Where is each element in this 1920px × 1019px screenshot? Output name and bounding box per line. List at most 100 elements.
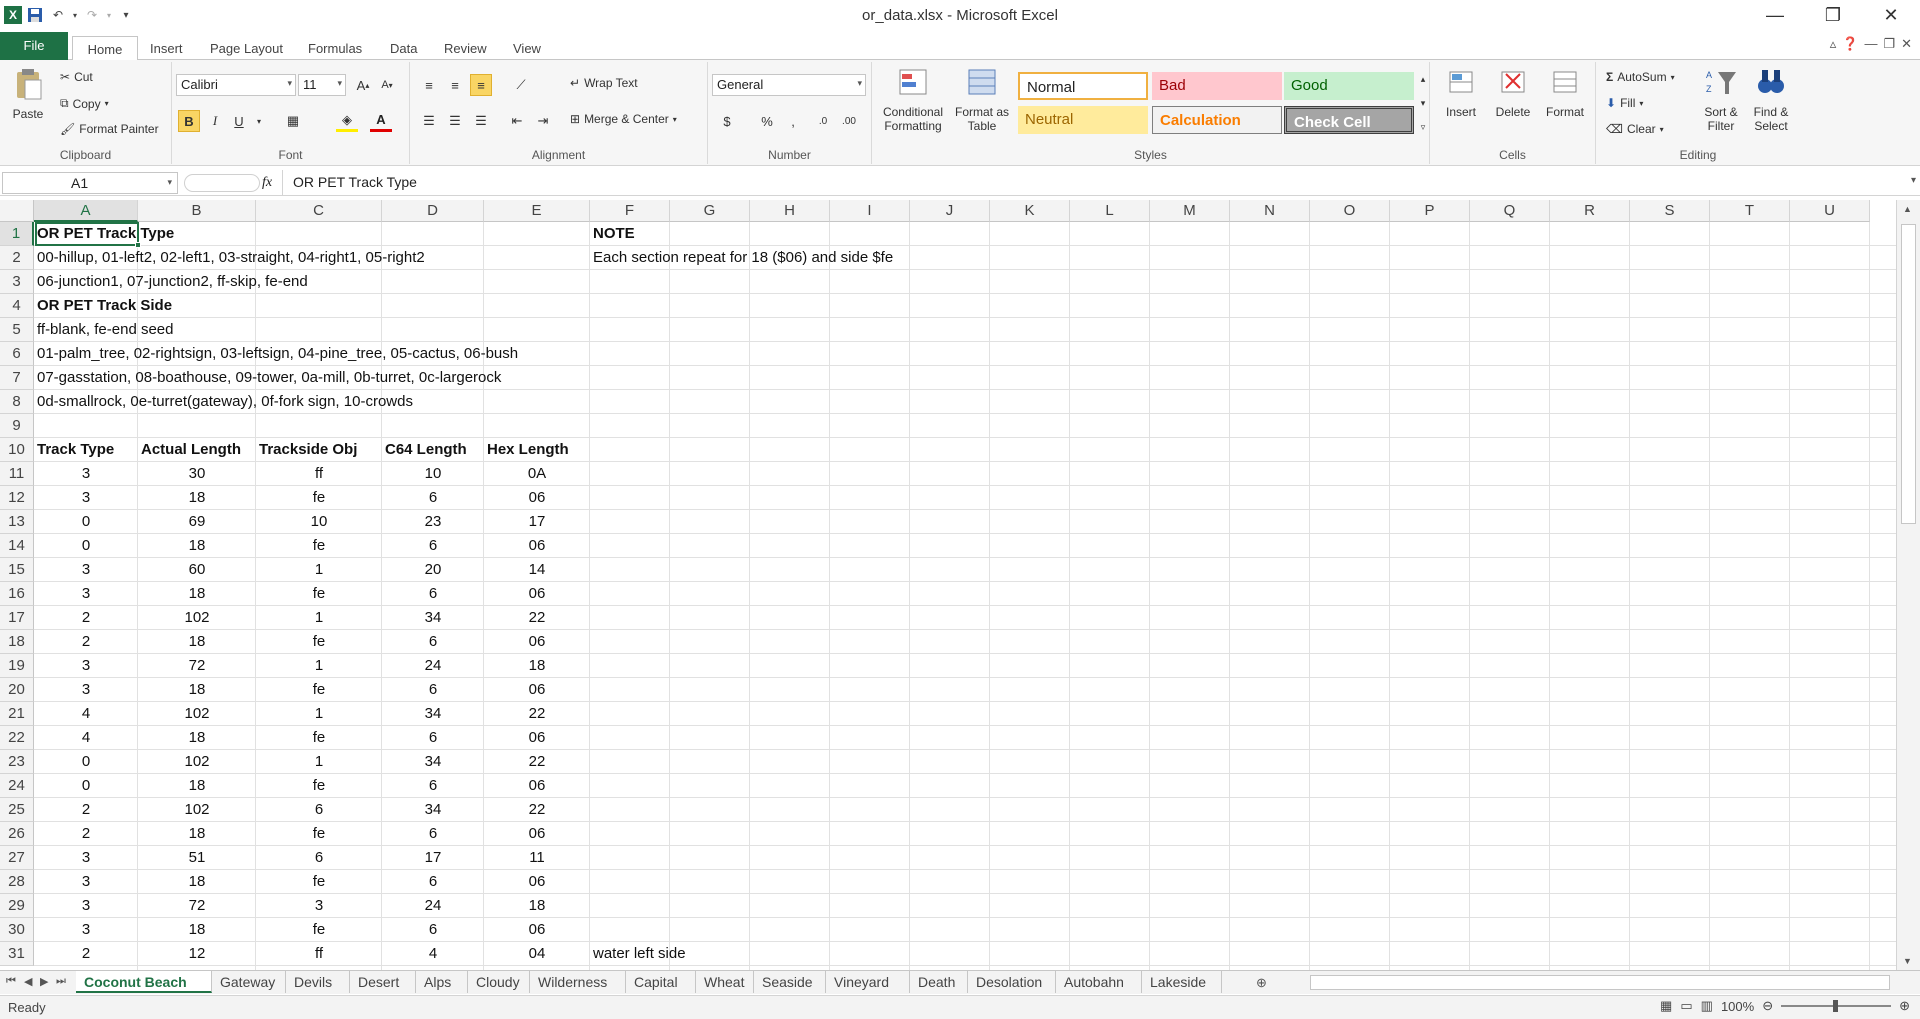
sheet-tab-autobahn[interactable]: Autobahn bbox=[1056, 971, 1142, 993]
align-right-icon[interactable]: ☰ bbox=[470, 110, 492, 132]
table-cell[interactable]: 6 bbox=[382, 630, 484, 654]
table-cell[interactable]: 18 bbox=[138, 486, 256, 510]
row-header-11[interactable]: 11 bbox=[0, 462, 34, 486]
help-icon[interactable]: ❓ bbox=[1842, 36, 1858, 52]
column-header-k[interactable]: K bbox=[990, 200, 1070, 222]
tab-file[interactable]: File bbox=[0, 32, 68, 60]
table-cell[interactable]: 23 bbox=[382, 510, 484, 534]
insert-sheet-icon[interactable]: ⊕ bbox=[1256, 975, 1267, 991]
table-cell[interactable]: 2 bbox=[34, 798, 138, 822]
table-cell[interactable]: 06 bbox=[484, 774, 590, 798]
table-cell[interactable]: 14 bbox=[484, 558, 590, 582]
row-header-13[interactable]: 13 bbox=[0, 510, 34, 534]
sheet-tab-desolation[interactable]: Desolation bbox=[968, 971, 1056, 993]
table-cell[interactable]: 6 bbox=[382, 678, 484, 702]
row-header-19[interactable]: 19 bbox=[0, 654, 34, 678]
column-header-c[interactable]: C bbox=[256, 200, 382, 222]
table-cell[interactable]: 17 bbox=[484, 510, 590, 534]
sheet-tab-seaside[interactable]: Seaside bbox=[754, 971, 826, 993]
table-cell[interactable]: 2 bbox=[34, 630, 138, 654]
normal-view-icon[interactable]: ▦ bbox=[1660, 998, 1672, 1014]
page-break-view-icon[interactable]: ▥ bbox=[1701, 998, 1713, 1014]
table-cell[interactable]: 17 bbox=[382, 846, 484, 870]
table-cell[interactable]: ff bbox=[256, 942, 382, 966]
table-cell[interactable]: 60 bbox=[138, 558, 256, 582]
table-cell[interactable]: 6 bbox=[256, 798, 382, 822]
table-cell[interactable]: 22 bbox=[484, 798, 590, 822]
table-cell[interactable]: 3 bbox=[34, 918, 138, 942]
grow-font-icon[interactable]: A ▴ bbox=[352, 74, 374, 96]
table-cell[interactable]: 102 bbox=[138, 606, 256, 630]
table-cell[interactable]: fe bbox=[256, 774, 382, 798]
table-cell[interactable]: 3 bbox=[34, 558, 138, 582]
row-header-26[interactable]: 26 bbox=[0, 822, 34, 846]
zoom-slider-knob[interactable] bbox=[1833, 1000, 1839, 1012]
zoom-out-icon[interactable]: ⊖ bbox=[1762, 998, 1773, 1014]
table-cell[interactable]: 18 bbox=[138, 678, 256, 702]
table-cell[interactable]: 6 bbox=[382, 534, 484, 558]
cell-a7[interactable]: 07-gasstation, 08-boathouse, 09-tower, 0… bbox=[37, 366, 501, 390]
style-bad[interactable]: Bad bbox=[1152, 72, 1282, 100]
row-header-12[interactable]: 12 bbox=[0, 486, 34, 510]
table-cell[interactable]: 4 bbox=[34, 726, 138, 750]
delete-cells-button[interactable]: Delete bbox=[1488, 66, 1538, 119]
style-neutral[interactable]: Neutral bbox=[1018, 106, 1148, 134]
table-header[interactable]: Trackside Obj bbox=[259, 438, 357, 462]
table-cell[interactable]: ff bbox=[256, 462, 382, 486]
table-cell[interactable]: 18 bbox=[138, 726, 256, 750]
table-cell[interactable]: fe bbox=[256, 534, 382, 558]
table-cell[interactable]: fe bbox=[256, 630, 382, 654]
last-sheet-icon[interactable]: ⏭ bbox=[56, 975, 66, 988]
row-header-3[interactable]: 3 bbox=[0, 270, 34, 294]
table-cell[interactable]: 51 bbox=[138, 846, 256, 870]
row-header-22[interactable]: 22 bbox=[0, 726, 34, 750]
font-size-combo[interactable]: 11 ▾ bbox=[298, 74, 346, 96]
table-cell[interactable]: 34 bbox=[382, 750, 484, 774]
table-cell[interactable]: 18 bbox=[484, 654, 590, 678]
table-cell[interactable]: 22 bbox=[484, 606, 590, 630]
row-header-4[interactable]: 4 bbox=[0, 294, 34, 318]
table-cell[interactable]: 6 bbox=[256, 846, 382, 870]
bottom-align-icon[interactable]: ≡ bbox=[470, 74, 492, 96]
column-header-d[interactable]: D bbox=[382, 200, 484, 222]
wrap-text-button[interactable]: ↵ Wrap Text bbox=[570, 76, 638, 90]
sheet-tab-vineyard[interactable]: Vineyard bbox=[826, 971, 910, 993]
table-cell[interactable]: 6 bbox=[382, 726, 484, 750]
table-cell[interactable]: 3 bbox=[34, 582, 138, 606]
table-cell[interactable]: 4 bbox=[382, 942, 484, 966]
bold-icon[interactable]: B bbox=[178, 110, 200, 132]
table-cell[interactable]: 18 bbox=[138, 822, 256, 846]
table-cell[interactable]: 06 bbox=[484, 870, 590, 894]
table-cell[interactable]: 10 bbox=[256, 510, 382, 534]
zoom-in-icon[interactable]: ⊕ bbox=[1899, 998, 1910, 1014]
column-header-f[interactable]: F bbox=[590, 200, 670, 222]
table-cell[interactable]: 102 bbox=[138, 798, 256, 822]
row-header-29[interactable]: 29 bbox=[0, 894, 34, 918]
cut-button[interactable]: ✂ Cut bbox=[60, 70, 93, 84]
table-cell[interactable]: 1 bbox=[256, 558, 382, 582]
page-layout-view-icon[interactable]: ▭ bbox=[1680, 998, 1692, 1014]
row-header-15[interactable]: 15 bbox=[0, 558, 34, 582]
table-cell[interactable]: 1 bbox=[256, 702, 382, 726]
cell-a4[interactable]: OR PET Track Side bbox=[37, 294, 172, 318]
table-cell[interactable]: 34 bbox=[382, 606, 484, 630]
table-cell[interactable]: 0A bbox=[484, 462, 590, 486]
table-cell[interactable]: 30 bbox=[138, 462, 256, 486]
font-color-icon[interactable]: A bbox=[370, 110, 392, 132]
row-header-6[interactable]: 6 bbox=[0, 342, 34, 366]
table-cell[interactable]: 06 bbox=[484, 726, 590, 750]
vertical-scrollbar[interactable]: ▲ ▼ bbox=[1896, 200, 1920, 970]
table-cell[interactable]: 11 bbox=[484, 846, 590, 870]
column-header-a[interactable]: A bbox=[34, 200, 138, 222]
table-cell[interactable]: 1 bbox=[256, 750, 382, 774]
row-header-24[interactable]: 24 bbox=[0, 774, 34, 798]
cell-f2[interactable]: Each section repeat for 18 ($06) and sid… bbox=[593, 246, 893, 270]
table-header[interactable]: Hex Length bbox=[487, 438, 569, 462]
table-cell[interactable]: 72 bbox=[138, 894, 256, 918]
table-cell[interactable]: 12 bbox=[138, 942, 256, 966]
table-cell[interactable]: 3 bbox=[34, 462, 138, 486]
sheet-tab-death[interactable]: Death bbox=[910, 971, 968, 993]
vertical-scroll-thumb[interactable] bbox=[1901, 224, 1916, 524]
table-cell[interactable]: 1 bbox=[256, 654, 382, 678]
cell-f31[interactable]: water left side bbox=[593, 942, 686, 966]
